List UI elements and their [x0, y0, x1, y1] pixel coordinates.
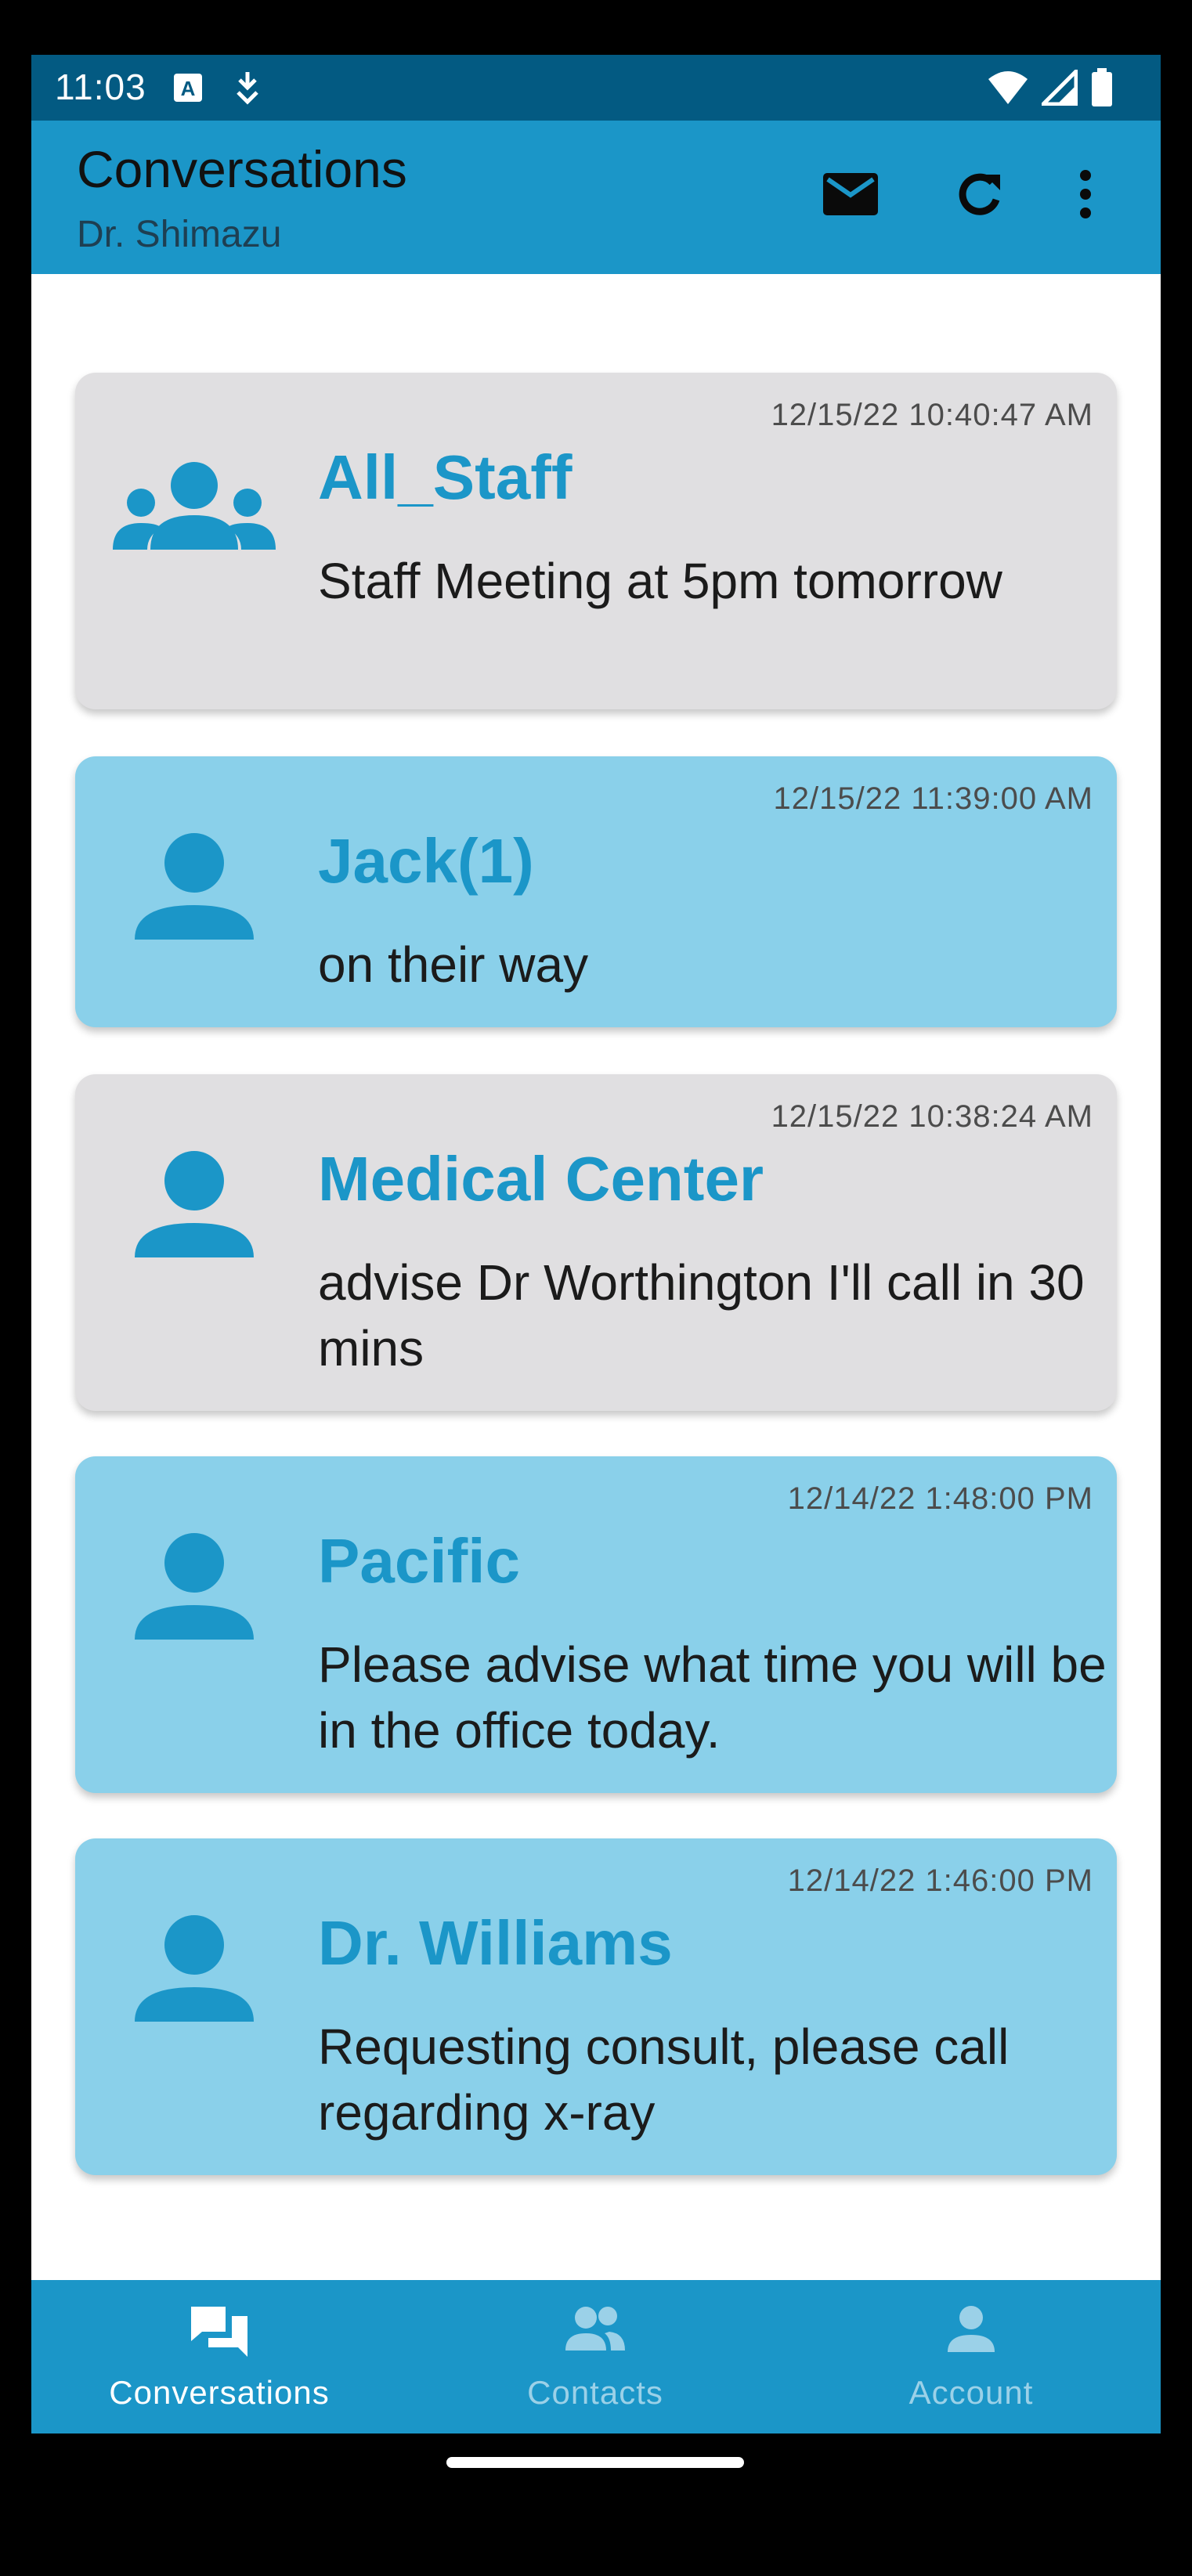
conversation-card-dr-williams[interactable]: 12/14/22 1:46:00 PM Dr. Williams Request… — [75, 1838, 1117, 2175]
conversation-timestamp: 12/15/22 10:40:47 AM — [771, 398, 1093, 432]
person-icon — [135, 1533, 254, 1640]
people-icon — [565, 2307, 625, 2351]
compose-message-button[interactable] — [811, 155, 890, 233]
page-title: Conversations — [77, 140, 407, 198]
status-time: 11:03 — [55, 67, 146, 107]
conversation-last-message: advise Dr Worthington I'll call in 30 mi… — [318, 1254, 1085, 1376]
wifi-icon — [988, 71, 1028, 104]
page-subtitle: Dr. Shimazu — [77, 214, 282, 255]
person-icon — [135, 833, 254, 940]
refresh-icon — [959, 173, 1000, 215]
conversation-timestamp: 12/14/22 1:48:00 PM — [787, 1481, 1093, 1516]
refresh-button[interactable] — [940, 155, 1018, 233]
nav-conversations[interactable]: Conversations — [31, 2280, 407, 2433]
conversation-name: All_Staff — [318, 442, 573, 512]
mail-icon — [823, 173, 878, 215]
group-icon — [113, 462, 276, 550]
conversation-last-message: Please advise what time you will be in t… — [318, 1636, 1107, 1759]
status-indicators — [987, 66, 1114, 110]
keyboard-a-icon: A — [174, 74, 202, 102]
svg-text:A: A — [181, 77, 196, 100]
conversation-card-medical-center[interactable]: 12/15/22 10:38:24 AM Medical Center advi… — [75, 1074, 1117, 1411]
download-status-icon — [237, 72, 258, 105]
nav-contacts[interactable]: Contacts — [407, 2280, 783, 2433]
conversation-timestamp: 12/15/22 11:39:00 AM — [773, 781, 1093, 816]
account-icon — [948, 2306, 995, 2352]
conversation-timestamp: 12/14/22 1:46:00 PM — [787, 1863, 1093, 1898]
nav-account[interactable]: Account — [783, 2280, 1159, 2433]
screen: 11:03 A Conversations Dr. Shimazu 12/15/… — [31, 55, 1161, 2498]
conversation-name: Medical Center — [318, 1144, 764, 1214]
app-bar: Conversations Dr. Shimazu — [31, 121, 1161, 274]
nav-label: Conversations — [109, 2374, 330, 2411]
forum-icon — [191, 2307, 247, 2357]
status-bar: 11:03 A — [31, 55, 1161, 121]
conversation-card-pacific[interactable]: 12/14/22 1:48:00 PM Pacific Please advis… — [75, 1456, 1117, 1793]
conversation-name: Jack(1) — [318, 826, 534, 896]
more-options-button[interactable] — [1054, 155, 1117, 233]
conversation-name: Dr. Williams — [318, 1908, 673, 1978]
person-icon — [135, 1915, 254, 2022]
more-vert-icon — [1080, 170, 1091, 218]
bottom-navigation: Conversations Contacts Account — [31, 2280, 1161, 2433]
conversation-last-message: Staff Meeting at 5pm tomorrow — [318, 553, 1002, 609]
conversation-last-message: Requesting consult, please call regardin… — [318, 2019, 1010, 2141]
conversation-card-all-staff[interactable]: 12/15/22 10:40:47 AM All_Staff Staff Mee… — [75, 373, 1117, 709]
nav-label: Account — [908, 2374, 1034, 2411]
conversation-name: Pacific — [318, 1526, 520, 1596]
conversation-timestamp: 12/15/22 10:38:24 AM — [771, 1099, 1093, 1134]
phone-frame: 11:03 A Conversations Dr. Shimazu 12/15/… — [0, 0, 1192, 2576]
person-icon — [135, 1151, 254, 1257]
cell-signal-icon — [1042, 70, 1078, 106]
gesture-bar — [31, 2433, 1161, 2498]
conversation-card-jack[interactable]: 12/15/22 11:39:00 AM Jack(1) on their wa… — [75, 756, 1117, 1027]
nav-label: Contacts — [527, 2374, 663, 2411]
home-gesture-handle[interactable] — [446, 2457, 744, 2468]
battery-icon — [1092, 68, 1112, 106]
conversation-last-message: on their way — [318, 936, 589, 993]
